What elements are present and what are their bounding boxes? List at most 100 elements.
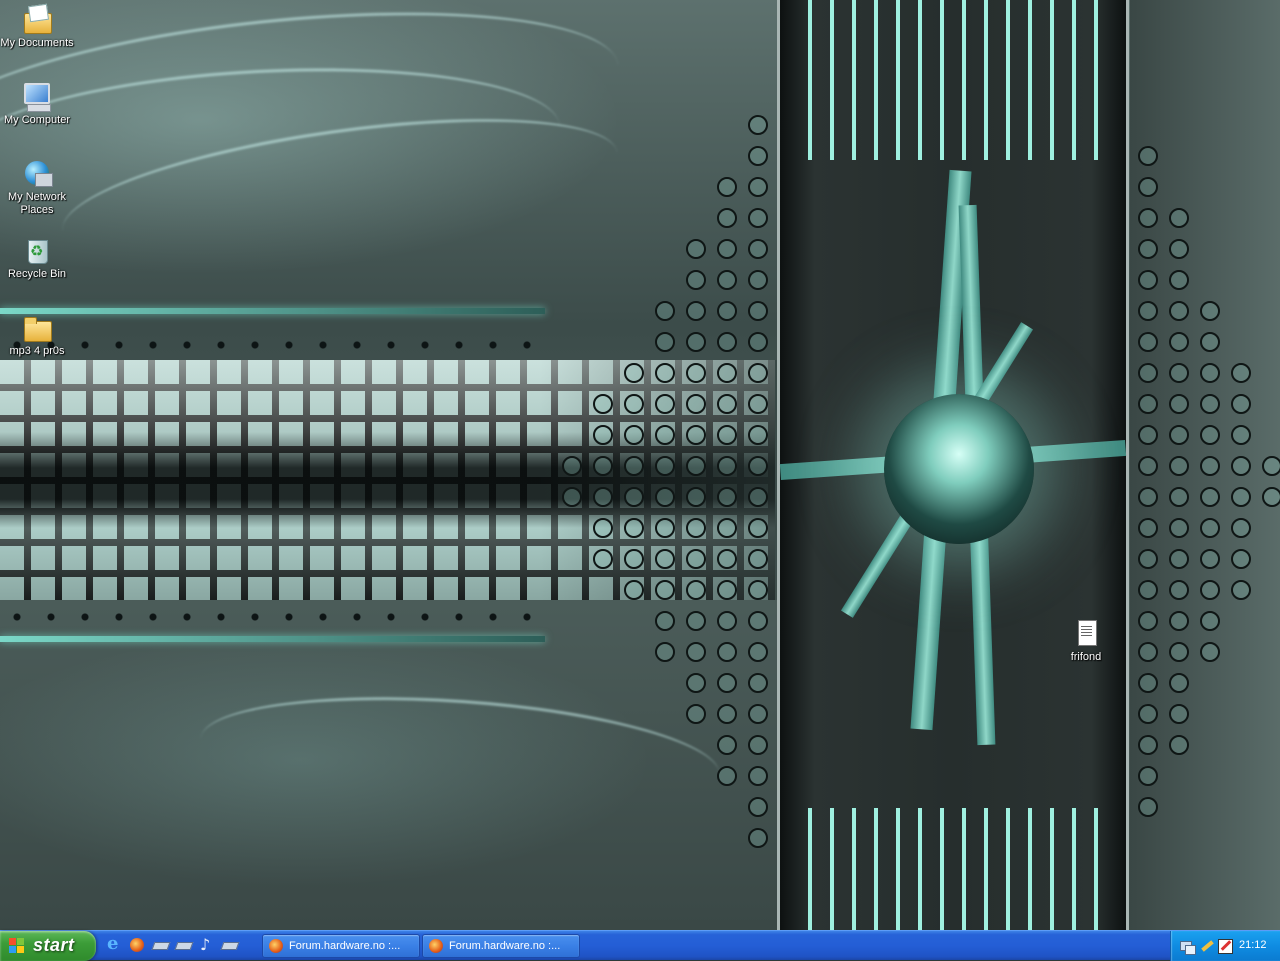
wallpaper-circle [748,146,768,166]
wallpaper-circle [686,487,706,507]
wallpaper-circle [717,208,737,228]
wallpaper-circle [624,487,644,507]
wallpaper-circle [624,363,644,383]
wallpaper-circle [655,425,675,445]
wallpaper-circle [748,735,768,755]
wallpaper-circle [686,363,706,383]
wallpaper-circle [655,394,675,414]
text-document-icon [1070,617,1102,649]
wallpaper-dots [0,608,540,626]
wallpaper-circle [1169,332,1189,352]
wallpaper-circle [1169,704,1189,724]
taskbar-button-forum-1[interactable]: Forum.hardware.no :... [262,934,420,958]
network-icon[interactable] [1179,938,1196,955]
wallpaper-circle [1138,456,1158,476]
wallpaper-circle [748,301,768,321]
wallpaper-circle [1169,735,1189,755]
wallpaper-circle [1231,363,1251,383]
wallpaper-circle [1138,611,1158,631]
app-icon[interactable] [173,935,193,955]
wallpaper-circle [717,766,737,786]
windows-logo-icon [9,938,25,954]
wallpaper-circle [655,642,675,662]
wallpaper-circle [624,456,644,476]
wallpaper-circle [655,301,675,321]
wallpaper-circle [1231,518,1251,538]
wallpaper-circle [1138,270,1158,290]
wallpaper-circle [1169,580,1189,600]
wallpaper-circle [655,549,675,569]
wallpaper-circle [748,394,768,414]
desktop-icon-my-computer[interactable]: My Computer [0,80,74,127]
wallpaper-band [0,308,545,314]
desktop-icon-my-network-places[interactable]: My Network Places [0,157,74,217]
start-button[interactable]: start [0,931,96,961]
desktop-icon-frifond[interactable]: frifond [1049,617,1123,664]
wallpaper-circle [748,115,768,135]
wallpaper-circle [717,332,737,352]
wallpaper-circle [686,301,706,321]
wallpaper-circle [655,611,675,631]
clock[interactable]: 21:12 [1239,939,1267,951]
wallpaper-circle [624,394,644,414]
wallpaper-circle [1200,363,1220,383]
wallpaper-circle [1262,487,1280,507]
show-desktop-icon[interactable] [150,935,170,955]
wallpaper-circle [1169,239,1189,259]
desktop-icon-mp3-folder[interactable]: mp3 4 pr0s [0,311,74,358]
wallpaper-circle [1169,425,1189,445]
desktop-icon-label: My Documents [0,37,74,49]
wallpaper-circle [1200,518,1220,538]
wallpaper-circle [1169,456,1189,476]
wallpaper-circle [1200,394,1220,414]
wallpaper-circle [686,394,706,414]
desktop-icon-label: My Network Places [7,191,67,216]
wallpaper-circle [717,425,737,445]
internet-explorer-icon[interactable] [104,933,124,955]
wallpaper-circle [1231,394,1251,414]
wallpaper-circle [748,332,768,352]
wallpaper-circle [624,580,644,600]
wallpaper-circle [748,673,768,693]
wallpaper-circle [748,363,768,383]
music-player-icon[interactable] [196,935,216,955]
wallpaper-circle [748,208,768,228]
wallpaper-circle [1138,425,1158,445]
wallpaper-circle [1138,239,1158,259]
wallpaper-circle [717,363,737,383]
wallpaper-circle [686,704,706,724]
wallpaper-circle [1138,766,1158,786]
wallpaper-circle [1231,549,1251,569]
wallpaper-orb [884,394,1034,544]
wallpaper-circle [717,673,737,693]
firefox-icon[interactable] [127,935,147,955]
wallpaper-circle [748,239,768,259]
pen-icon[interactable] [1199,938,1215,954]
desktop-icon-label: frifond [1070,651,1102,663]
wallpaper-circle [717,549,737,569]
wallpaper-circle [748,177,768,197]
edit-icon[interactable] [1217,938,1233,954]
wallpaper-bars [800,0,1110,160]
wallpaper-circle [624,549,644,569]
desktop-icon-recycle-bin[interactable]: Recycle Bin [0,234,74,281]
app-icon[interactable] [219,935,239,955]
wallpaper-circle [717,456,737,476]
firefox-icon [429,939,443,953]
start-button-label: start [33,935,75,955]
wallpaper-circle [1169,642,1189,662]
wallpaper-circle [1138,735,1158,755]
wallpaper-circle [655,363,675,383]
wallpaper-circle [748,487,768,507]
wallpaper-circle [1169,363,1189,383]
wallpaper-circle [1200,549,1220,569]
wallpaper-band [0,636,545,642]
desktop-icon-my-documents[interactable]: My Documents [0,3,74,50]
wallpaper-circle [655,518,675,538]
wallpaper-circle [1169,549,1189,569]
wallpaper-circle [593,549,613,569]
wallpaper-circle [1138,704,1158,724]
wallpaper-circle [717,239,737,259]
wallpaper-circle [686,456,706,476]
taskbar-button-forum-2[interactable]: Forum.hardware.no :... [422,934,580,958]
